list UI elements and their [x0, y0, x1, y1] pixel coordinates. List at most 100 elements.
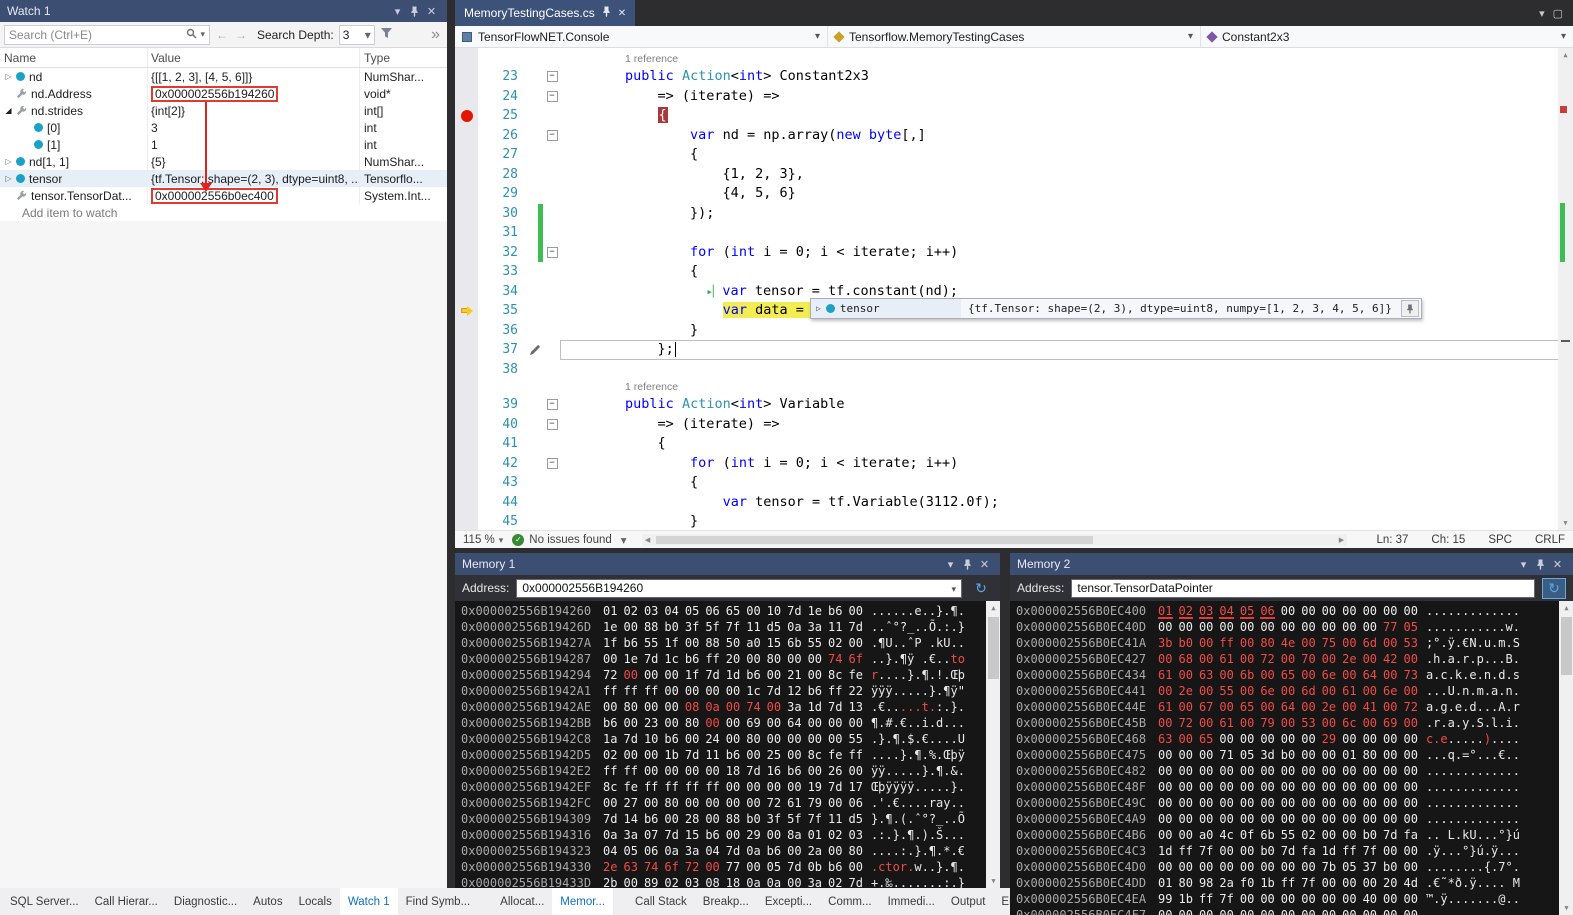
breakpoint-margin[interactable]: [455, 184, 478, 204]
memory-byte[interactable]: 63: [624, 859, 638, 875]
memory-byte[interactable]: 10: [644, 731, 658, 747]
memory-byte[interactable]: 00: [1179, 747, 1193, 763]
memory-byte[interactable]: 29: [1322, 731, 1336, 747]
memory-byte[interactable]: 00: [1240, 859, 1254, 875]
breakpoint-margin[interactable]: [455, 321, 478, 341]
memory-byte[interactable]: 00: [1403, 683, 1417, 699]
memory-byte[interactable]: 00: [1301, 667, 1315, 683]
memory-byte[interactable]: 00: [1403, 747, 1417, 763]
memory-byte[interactable]: 18: [726, 763, 740, 779]
code-text[interactable]: {: [560, 473, 1573, 493]
memory-byte[interactable]: 00: [1158, 859, 1172, 875]
memory-byte[interactable]: 00: [1179, 731, 1193, 747]
memory-byte[interactable]: 7d: [644, 651, 658, 667]
memory-byte[interactable]: 10: [767, 603, 781, 619]
memory-byte[interactable]: 61: [1158, 699, 1172, 715]
memory-byte[interactable]: 20: [1383, 875, 1397, 891]
memory-byte[interactable]: 64: [787, 715, 801, 731]
pin-icon[interactable]: [959, 559, 976, 570]
member-dropdown[interactable]: Constant2x3: [1201, 26, 1573, 47]
memory1-scrollbar[interactable]: [986, 601, 1000, 888]
memory-byte[interactable]: 06: [644, 843, 658, 859]
memory-byte[interactable]: 37: [1363, 859, 1377, 875]
memory-byte[interactable]: b6: [808, 683, 822, 699]
memory-byte[interactable]: 28: [685, 811, 699, 827]
memory-byte[interactable]: 00: [1219, 907, 1233, 915]
memory-byte[interactable]: 00: [664, 763, 678, 779]
memory-byte[interactable]: 15: [767, 635, 781, 651]
filter-icon[interactable]: [380, 26, 393, 44]
memory-byte[interactable]: 00: [1281, 603, 1295, 619]
memory-byte[interactable]: 04: [664, 603, 678, 619]
memory-byte[interactable]: 7d: [828, 779, 842, 795]
memory-byte[interactable]: 7f: [726, 619, 740, 635]
memory-byte[interactable]: 00: [644, 763, 658, 779]
memory-byte[interactable]: 00: [1179, 811, 1193, 827]
memory-byte[interactable]: 00: [746, 859, 760, 875]
column-header-type[interactable]: Type: [360, 48, 447, 67]
memory-byte[interactable]: 15: [685, 827, 699, 843]
memory-byte[interactable]: 00: [1403, 811, 1417, 827]
memory-byte[interactable]: fa: [1403, 827, 1417, 843]
memory-byte[interactable]: 00: [1383, 795, 1397, 811]
memory-byte[interactable]: 1c: [746, 683, 760, 699]
memory-byte[interactable]: 00: [1301, 859, 1315, 875]
memory-byte[interactable]: 6e: [1322, 667, 1336, 683]
memory-byte[interactable]: 00: [1342, 907, 1356, 915]
memory-byte[interactable]: 00: [624, 747, 638, 763]
status-options-icon[interactable]: [621, 533, 627, 547]
memory-byte[interactable]: 00: [1199, 651, 1213, 667]
memory-byte[interactable]: 00: [1403, 779, 1417, 795]
datatip-variable[interactable]: tensor: [811, 299, 961, 318]
memory-byte[interactable]: 00: [1199, 907, 1213, 915]
fold-margin[interactable]: [544, 165, 560, 185]
memory-byte[interactable]: 1e: [624, 651, 638, 667]
memory-byte[interactable]: b6: [746, 667, 760, 683]
memory-byte[interactable]: 01: [1158, 603, 1172, 619]
memory-byte[interactable]: d5: [767, 619, 781, 635]
fold-margin[interactable]: [544, 106, 560, 126]
memory-byte[interactable]: 05: [1403, 619, 1417, 635]
breakpoint-margin[interactable]: [455, 434, 478, 454]
memory-byte[interactable]: 00: [1342, 731, 1356, 747]
code-text[interactable]: public Action<int> Variable: [560, 395, 1573, 415]
memory-byte[interactable]: 00: [787, 875, 801, 888]
memory-byte[interactable]: 27: [624, 795, 638, 811]
memory-byte[interactable]: 00: [1179, 779, 1193, 795]
code-text[interactable]: });: [560, 204, 1573, 224]
memory-byte[interactable]: 00: [685, 763, 699, 779]
fold-margin[interactable]: [544, 87, 560, 107]
memory-byte[interactable]: 00: [726, 715, 740, 731]
memory-byte[interactable]: 00: [1322, 875, 1336, 891]
window-menu-icon[interactable]: [942, 558, 959, 571]
breakpoint-margin[interactable]: [455, 473, 478, 493]
search-prev-icon[interactable]: [215, 28, 229, 42]
project-dropdown[interactable]: TensorFlowNET.Console: [455, 26, 828, 47]
memory-byte[interactable]: 00: [705, 811, 719, 827]
memory-byte[interactable]: 00: [1158, 619, 1172, 635]
memory-byte[interactable]: 00: [1322, 683, 1336, 699]
memory-byte[interactable]: 00: [1219, 795, 1233, 811]
collapse-icon[interactable]: [547, 419, 558, 430]
memory-byte[interactable]: a0: [746, 635, 760, 651]
memory-byte[interactable]: 00: [726, 699, 740, 715]
tab-pin-icon[interactable]: [602, 6, 611, 20]
memory-byte[interactable]: 3f: [767, 811, 781, 827]
breakpoint-margin[interactable]: [455, 145, 478, 165]
expander-icon[interactable]: [816, 304, 821, 313]
memory-byte[interactable]: 04: [603, 843, 617, 859]
memory-byte[interactable]: 00: [1383, 603, 1397, 619]
memory-byte[interactable]: 02: [624, 603, 638, 619]
memory-byte[interactable]: 61: [1158, 667, 1172, 683]
memory-byte[interactable]: 00: [767, 715, 781, 731]
expander-icon[interactable]: [2, 174, 15, 183]
memory-byte[interactable]: 7f: [1219, 891, 1233, 907]
memory-byte[interactable]: 64: [1281, 699, 1295, 715]
watch-row[interactable]: tensor{tf.Tensor: shape=(2, 3), dtype=ui…: [0, 170, 447, 187]
memory-byte[interactable]: 50: [726, 635, 740, 651]
memory-byte[interactable]: 67: [1199, 699, 1213, 715]
fold-margin[interactable]: [544, 512, 560, 530]
memory-byte[interactable]: 00: [1403, 763, 1417, 779]
memory-byte[interactable]: 00: [664, 667, 678, 683]
memory-byte[interactable]: 00: [1281, 763, 1295, 779]
